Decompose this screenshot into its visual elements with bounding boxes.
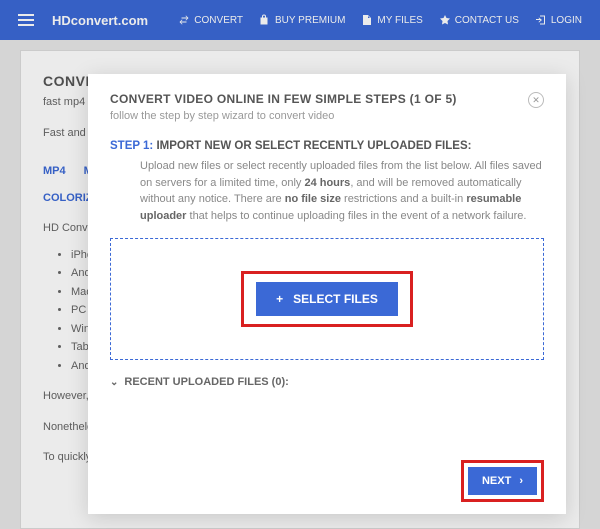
- step-description: Upload new files or select recently uplo…: [140, 158, 544, 224]
- next-label: NEXT: [482, 475, 511, 487]
- plus-icon: +: [276, 292, 283, 306]
- wizard-modal: CONVERT VIDEO ONLINE IN FEW SIMPLE STEPS…: [88, 74, 566, 514]
- close-icon[interactable]: ✕: [528, 92, 544, 108]
- chevron-right-icon: ›: [519, 475, 523, 487]
- select-files-label: SELECT FILES: [293, 292, 378, 306]
- modal-title: CONVERT VIDEO ONLINE IN FEW SIMPLE STEPS…: [110, 92, 457, 106]
- step-title: IMPORT NEW OR SELECT RECENTLY UPLOADED F…: [156, 140, 471, 152]
- next-button[interactable]: NEXT ›: [468, 467, 537, 495]
- select-files-highlight: + SELECT FILES: [241, 271, 413, 327]
- recent-files-toggle[interactable]: ⌄ RECENT UPLOADED FILES (0):: [110, 376, 544, 388]
- modal-subtitle: follow the step by step wizard to conver…: [110, 110, 457, 122]
- recent-files-label: RECENT UPLOADED FILES (0):: [124, 376, 288, 388]
- next-button-highlight: NEXT ›: [461, 460, 544, 502]
- select-files-button[interactable]: + SELECT FILES: [256, 282, 398, 316]
- upload-dropzone[interactable]: + SELECT FILES: [110, 238, 544, 360]
- step-number: STEP 1:: [110, 140, 153, 152]
- step-heading: STEP 1: IMPORT NEW OR SELECT RECENTLY UP…: [110, 140, 544, 152]
- chevron-down-icon: ⌄: [110, 377, 118, 388]
